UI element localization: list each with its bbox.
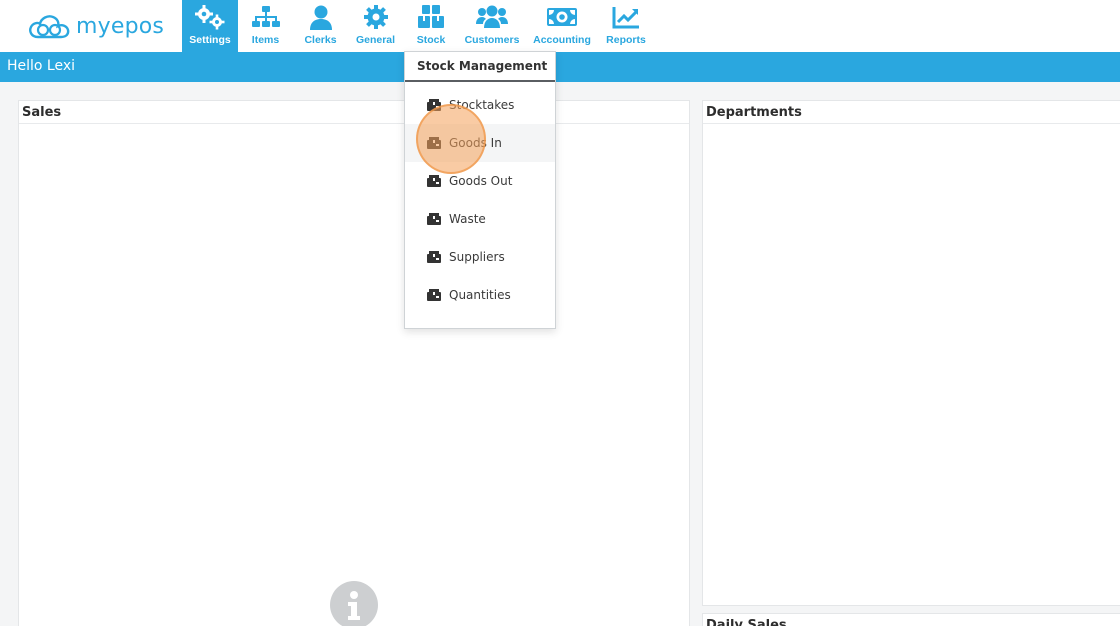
- cloud-logo-icon: [29, 15, 70, 39]
- nav-label: General: [355, 34, 396, 46]
- nav-label: Customers: [464, 34, 520, 46]
- logo-text: myepos: [76, 13, 165, 39]
- menu-item-waste[interactable]: Waste: [405, 200, 555, 238]
- menu-item-quantities[interactable]: Quantities: [405, 276, 555, 314]
- nav-reports[interactable]: Reports: [599, 0, 653, 52]
- sales-panel: Sales: [18, 100, 690, 626]
- menu-item-stocktakes[interactable]: Stocktakes: [405, 86, 555, 124]
- nav-accounting[interactable]: Accounting: [525, 0, 599, 52]
- dropdown-header: Stock Management: [405, 52, 555, 82]
- menu-item-label: Goods In: [449, 136, 502, 150]
- nav-label: Reports: [606, 34, 646, 46]
- nav-customers[interactable]: Customers: [459, 0, 525, 52]
- stock-management-dropdown: Stock Management Stocktakes Goods In Goo…: [404, 51, 556, 329]
- info-icon: [330, 581, 378, 626]
- departments-panel-title: Departments: [703, 101, 1120, 124]
- daily-sales-panel: Daily Sales: [702, 613, 1120, 626]
- sitemap-icon: [251, 4, 281, 30]
- menu-item-label: Suppliers: [449, 250, 505, 264]
- nav-settings[interactable]: Settings: [182, 0, 238, 52]
- sales-panel-title: Sales: [19, 101, 689, 124]
- nav-items[interactable]: Items: [238, 0, 293, 52]
- nav-label: Settings: [189, 34, 231, 46]
- box-icon: [427, 175, 441, 187]
- menu-item-suppliers[interactable]: Suppliers: [405, 238, 555, 276]
- menu-item-label: Goods Out: [449, 174, 513, 188]
- menu-item-label: Waste: [449, 212, 486, 226]
- nav-label: Items: [251, 34, 280, 46]
- nav-label: Accounting: [533, 34, 591, 46]
- users-icon: [475, 4, 509, 30]
- nav-general[interactable]: General: [348, 0, 403, 52]
- boxes-icon: [416, 4, 446, 30]
- nav-stock[interactable]: Stock: [403, 0, 459, 52]
- user-icon: [308, 4, 334, 30]
- menu-item-goods-in[interactable]: Goods In: [405, 124, 555, 162]
- menu-item-label: Quantities: [449, 288, 511, 302]
- dropdown-list: Stocktakes Goods In Goods Out Waste Supp…: [405, 82, 555, 314]
- box-icon: [427, 137, 441, 149]
- chart-line-icon: [612, 4, 640, 30]
- nav-clerks[interactable]: Clerks: [293, 0, 348, 52]
- top-bar: myepos Settings Items Clerks General Sto…: [0, 0, 1120, 52]
- gear-icon: [363, 4, 389, 30]
- menu-item-label: Stocktakes: [449, 98, 515, 112]
- money-icon: [546, 4, 578, 30]
- greeting-text: Hello Lexi: [7, 58, 76, 74]
- gears-icon: [192, 4, 228, 30]
- box-icon: [427, 99, 441, 111]
- box-icon: [427, 251, 441, 263]
- nav-label: Stock: [416, 34, 446, 46]
- nav-label: Clerks: [304, 34, 337, 46]
- greeting-bar: Hello Lexi: [0, 52, 1120, 82]
- main-nav: Settings Items Clerks General Stock Cust…: [182, 0, 653, 52]
- daily-sales-panel-title: Daily Sales: [703, 614, 1120, 626]
- menu-item-goods-out[interactable]: Goods Out: [405, 162, 555, 200]
- box-icon: [427, 289, 441, 301]
- box-icon: [427, 213, 441, 225]
- departments-panel: Departments: [702, 100, 1120, 606]
- myepos-logo[interactable]: myepos: [28, 10, 164, 42]
